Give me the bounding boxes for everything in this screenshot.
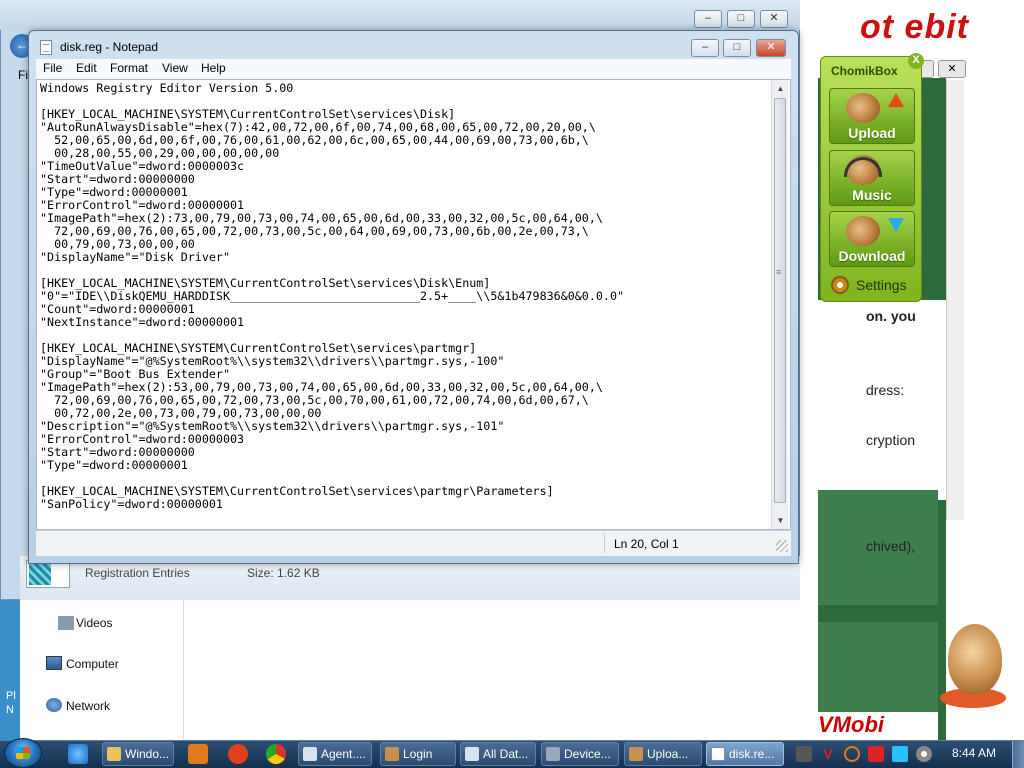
notepad-close-button[interactable]: ✕ [756,39,786,57]
download-arrow-icon [888,218,904,232]
explorer-titlebar [0,0,800,30]
resize-grip-icon[interactable] [776,540,788,552]
taskbar-button-label: All Dat... [483,747,529,761]
internet-explorer-icon[interactable] [68,744,88,764]
web-close-button[interactable]: ✕ [938,60,966,78]
chomikbox-music-button[interactable]: Music [829,150,915,206]
taskbar-button-windows-explorer[interactable]: Windo... [102,742,174,766]
explorer-close-button[interactable]: ✕ [760,10,788,28]
hamster-icon [846,93,880,123]
taskbar-button-label: Uploa... [647,747,689,761]
scroll-up-arrow-icon[interactable]: ▲ [772,80,789,97]
tray-app-icon[interactable] [796,746,812,762]
notepad-text-area[interactable]: Windows Registry Editor Version 5.00 [HK… [36,79,791,530]
explorer-minimize-button[interactable]: – [694,10,722,28]
hamster-mascot-image [940,618,1010,718]
notepad-content[interactable]: Windows Registry Editor Version 5.00 [HK… [40,82,624,511]
upload-label: Upload [848,125,896,141]
chomikbox-title: ChomikBox [831,64,898,78]
desktop-edge-text: Pl [6,690,16,702]
file-size-label: Size: 1.62 KB [247,566,320,580]
nav-item-computer[interactable]: Computer [66,657,119,671]
taskbar-button-label: Device... [564,747,611,761]
chomikbox-close-button[interactable]: X [908,53,924,69]
scroll-down-arrow-icon[interactable]: ▼ [772,512,789,529]
web-text-line: on. you [866,308,916,324]
videos-icon [58,616,74,630]
hamster-icon [846,216,880,246]
antivirus-icon[interactable]: V [820,746,836,762]
media-player-icon[interactable] [188,744,208,764]
statusbar-divider [604,533,605,553]
scroll-thumb[interactable] [774,98,786,503]
taskbar-button-label: disk.re... [729,747,775,761]
network-icon [46,698,62,712]
desktop-edge-text: N [6,704,14,716]
menu-format[interactable]: Format [110,61,148,75]
taskbar-button-agent[interactable]: Agent.... [298,742,372,766]
hamster-icon [629,747,643,761]
computer-icon [46,656,62,670]
app-icon[interactable] [228,744,248,764]
music-label: Music [852,187,892,203]
taskbar-button-label: Windo... [125,747,170,761]
chomikbox-download-button[interactable]: Download [829,211,915,267]
taskbar-button-label: Login [403,747,433,761]
web-text-area [818,300,946,500]
taskbar-button-login[interactable]: Login [380,742,456,766]
cursor-position: Ln 20, Col 1 [614,537,679,551]
explorer-menu-file[interactable]: Fi [18,68,28,82]
hamster-icon [385,747,399,761]
web-text-line: chived), [866,538,916,554]
taskbar-button-all-data[interactable]: All Dat... [460,742,536,766]
settings-label: Settings [856,277,907,293]
taskbar-button-upload[interactable]: Uploa... [624,742,702,766]
taskbar-button-label: Agent.... [321,747,366,761]
notepad-minimize-button[interactable]: – [691,39,719,57]
window-title: disk.reg - Notepad [60,40,159,54]
menu-help[interactable]: Help [201,61,226,75]
explorer-maximize-button[interactable]: □ [727,10,755,28]
download-label: Download [838,248,906,264]
web-text-line: cryption [866,432,916,448]
menu-view[interactable]: View [162,61,188,75]
chrome-icon[interactable] [266,744,286,764]
flag-icon[interactable] [868,746,884,762]
window-icon [303,747,317,761]
notepad-menubar [36,59,791,79]
web-green-block [818,622,938,712]
taskbar-clock[interactable]: 8:44 AM [952,746,996,760]
windows-logo-icon [16,747,30,759]
show-desktop-button[interactable] [1012,741,1024,768]
web-scrollbar[interactable] [946,80,964,520]
window-icon [465,747,479,761]
device-icon [546,747,560,761]
nav-item-network[interactable]: Network [66,699,110,713]
web-footer-logo: VMobi [818,712,938,740]
taskbar-button-notepad[interactable]: disk.re... [706,742,784,766]
file-type-label: Registration Entries [85,566,190,580]
notepad-maximize-button[interactable]: □ [723,39,751,57]
notepad-document-icon [40,40,52,55]
notepad-vertical-scrollbar[interactable]: ▲ ▼ [771,80,788,529]
search-icon[interactable] [844,746,860,762]
chomikbox-upload-button[interactable]: Upload [829,88,915,144]
upload-arrow-icon [888,93,904,107]
registry-file-icon [26,560,70,588]
explorer-file-list [184,600,816,740]
taskbar-button-device-manager[interactable]: Device... [541,742,619,766]
monitor-icon[interactable] [892,746,908,762]
notepad-icon [711,747,725,761]
web-text-line: dress: [866,382,905,398]
gear-icon [831,276,849,294]
start-button[interactable] [4,738,42,768]
volume-icon[interactable] [916,746,932,762]
folder-icon [107,747,121,761]
menu-edit[interactable]: Edit [76,61,97,75]
menu-file[interactable]: File [43,61,62,75]
chomikbox-settings-button[interactable]: Settings [829,274,915,296]
nav-item-videos[interactable]: Videos [76,616,112,630]
